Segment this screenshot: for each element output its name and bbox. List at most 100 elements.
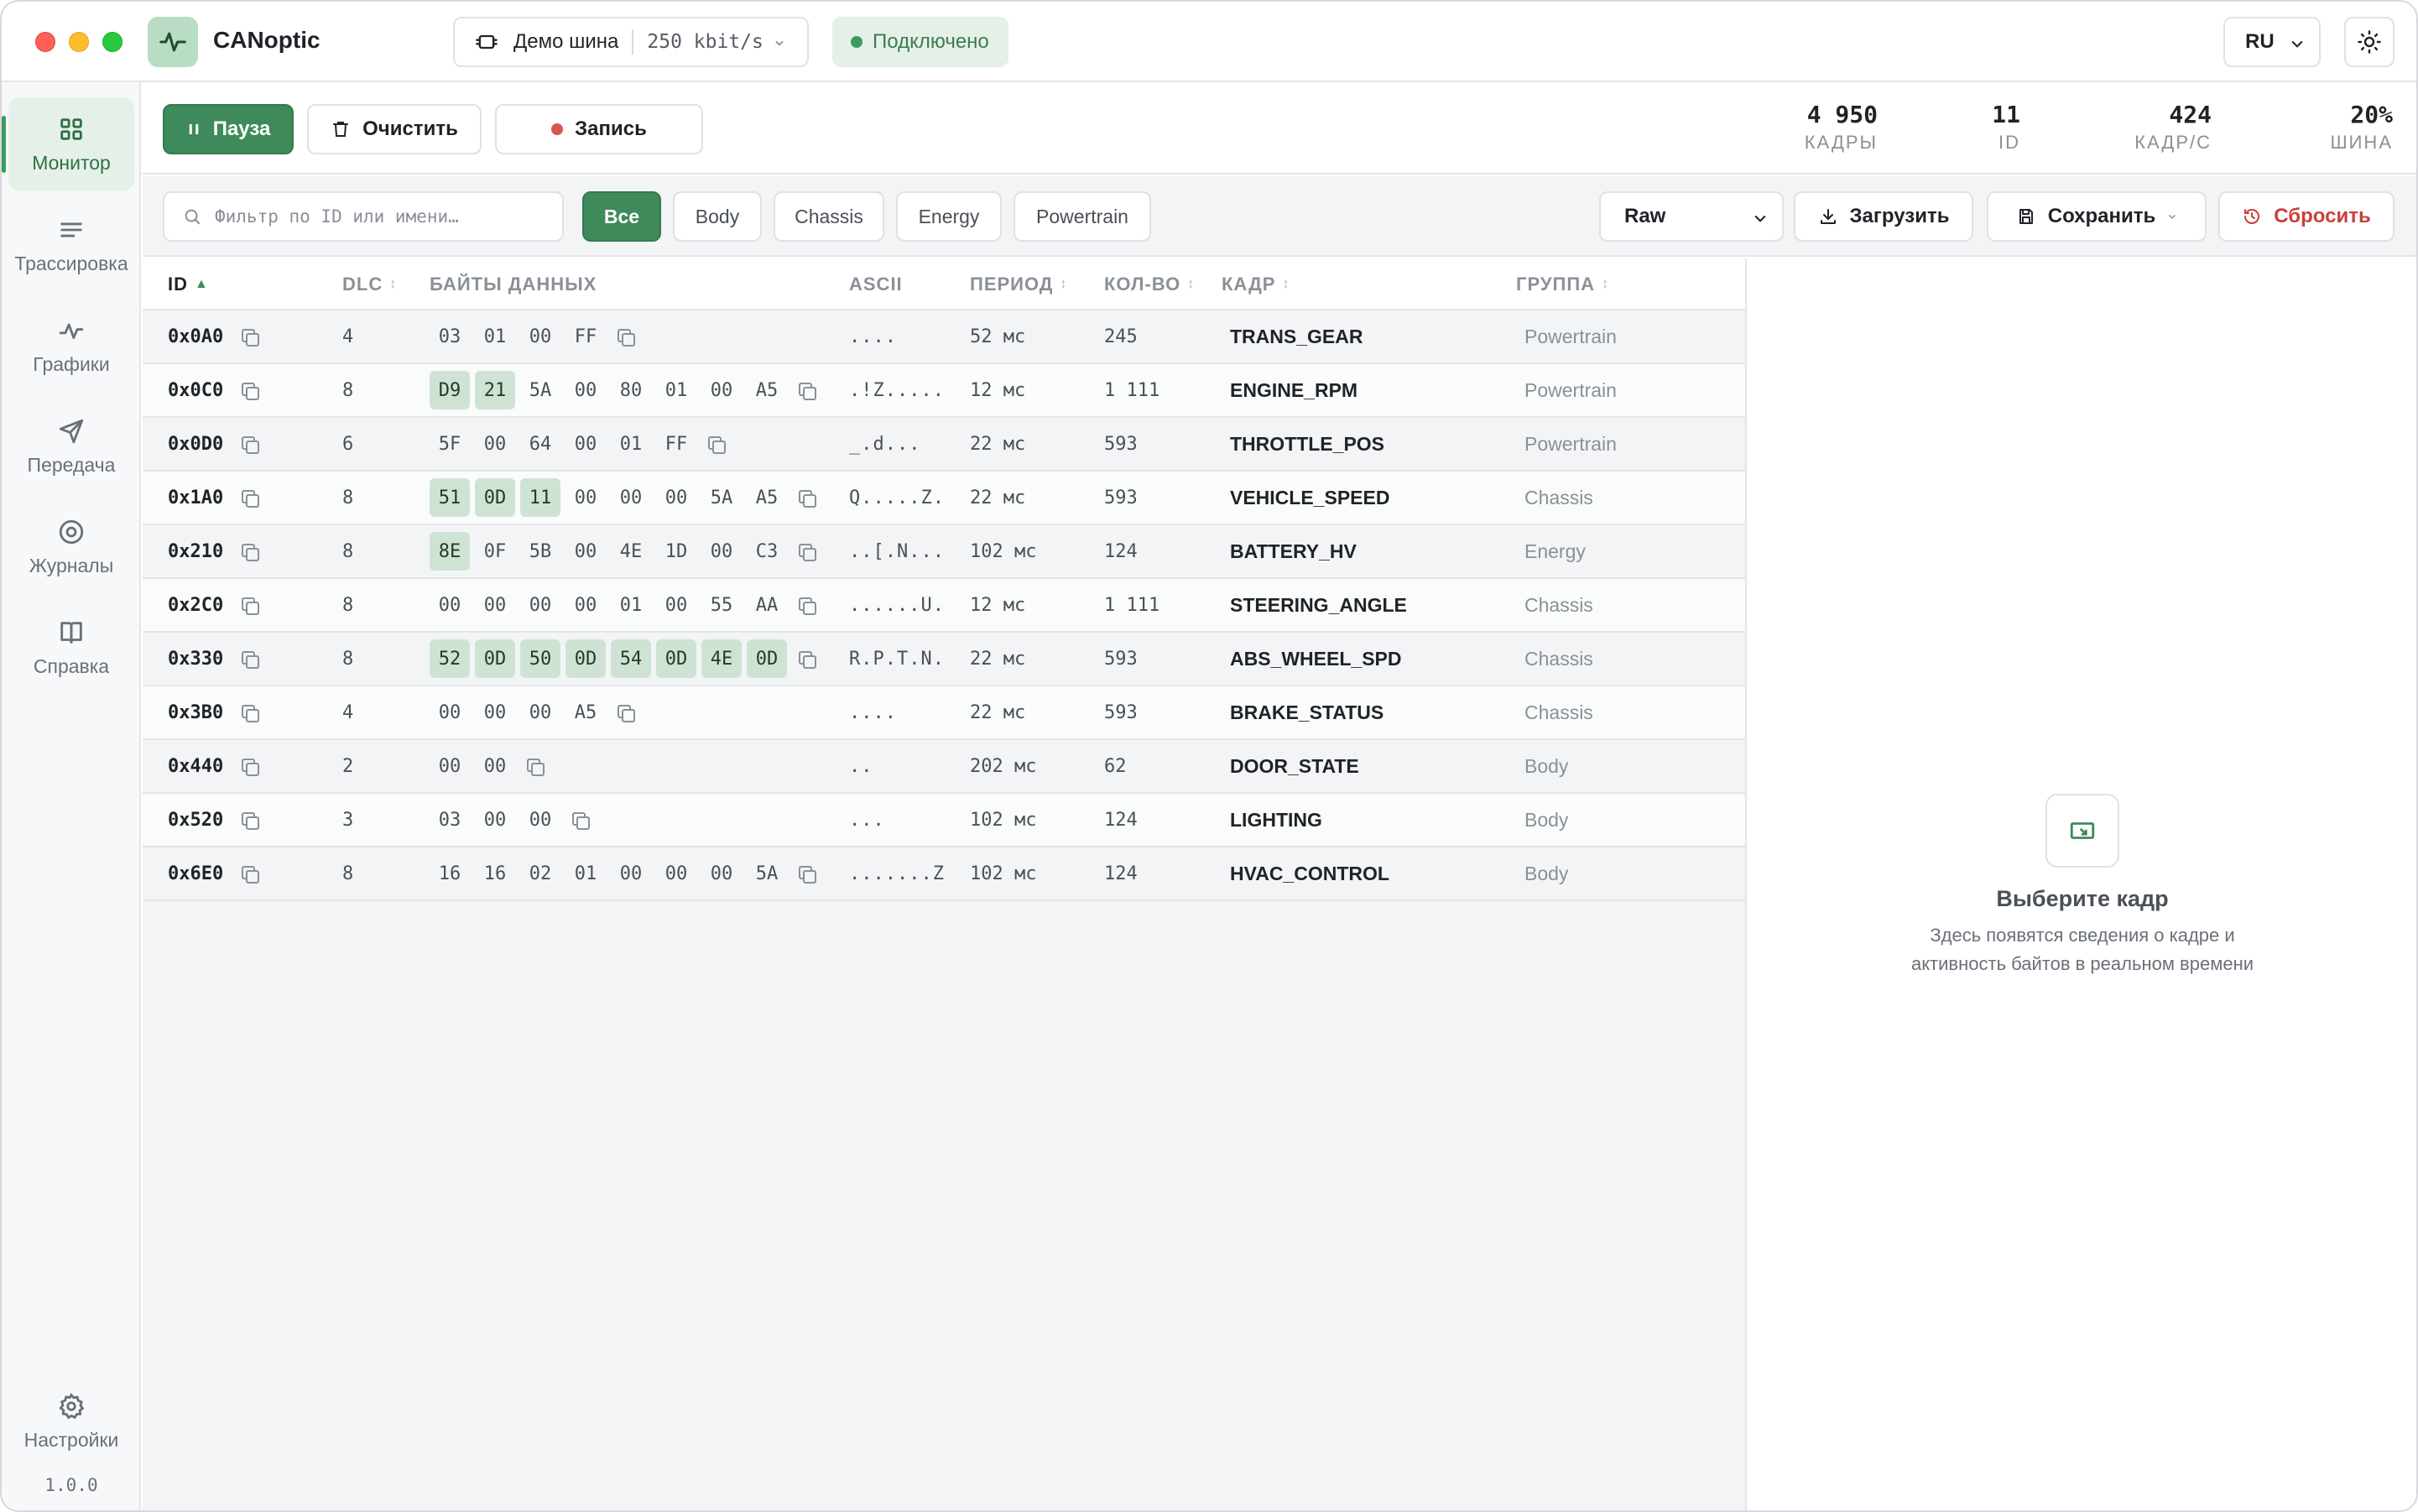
column-header-count[interactable]: КОЛ-ВО ↕ [1104, 274, 1195, 295]
table-row[interactable]: 0x0C0 8 D9 21 5A 00 80 01 00 A5 .!Z..... 12 мс 1 111… [143, 364, 1745, 418]
copy-icon[interactable] [799, 490, 816, 508]
nav-item-help[interactable]: Справка [8, 601, 134, 695]
close-window-button[interactable] [35, 32, 55, 52]
copy-icon[interactable] [799, 383, 816, 400]
pause-button[interactable]: Пауза [163, 104, 294, 154]
nav-item-trace[interactable]: Трассировка [8, 198, 134, 292]
reset-button[interactable]: Сбросить [2218, 191, 2395, 242]
filter-chip-all[interactable]: Все [582, 191, 661, 242]
column-label: ID [168, 274, 188, 295]
minimize-window-button[interactable] [69, 32, 89, 52]
copy-icon[interactable] [242, 544, 260, 561]
data-byte: 55 [710, 594, 733, 616]
column-header-frame[interactable]: КАДР ↕ [1222, 274, 1290, 295]
table-row[interactable]: 0x520 3 03 00 00... 102 мс 124 LIGHTING Body [143, 794, 1745, 847]
stat-ids: 11 ID [1992, 101, 2020, 154]
data-byte: C3 [755, 540, 779, 562]
column-header-group[interactable]: ГРУППА ↕ [1516, 274, 1609, 295]
table-row[interactable]: 0x210 8 8E 0F 5B 00 4E 1D 00 C3 ..[.N... 102 мс 124 B… [143, 525, 1745, 579]
stat-label: ID [1998, 132, 2020, 153]
stat-label: ШИНА [2330, 132, 2393, 153]
frame-id-cell: 0x520 [168, 794, 260, 846]
table-row[interactable]: 0x3B0 4 00 00 00 A5.... 22 мс 593 BRAKE_STATUS Ch… [143, 686, 1745, 740]
dlc-cell: 4 [342, 326, 354, 347]
table-row[interactable]: 0x2C0 8 00 00 00 00 01 00 55 AA ......U. 12 мс 1 111… [143, 579, 1745, 633]
table-row[interactable]: 0x440 2 00 00.. 202 мс 62 DOOR_STATE Body [143, 740, 1745, 794]
copy-icon[interactable] [799, 544, 816, 561]
nav-item-logs[interactable]: Журналы [8, 500, 134, 594]
copy-icon[interactable] [242, 436, 260, 454]
theme-toggle-button[interactable] [2344, 17, 2395, 67]
bus-name: Демо шина [513, 30, 619, 53]
nav-label: Трассировка [14, 252, 128, 274]
period-cell: 12 мс [970, 594, 1026, 616]
column-header-period[interactable]: ПЕРИОД ↕ [970, 274, 1067, 295]
sort-asc-icon: ▲ [195, 277, 209, 291]
frame-id-cell: 0x2C0 [168, 579, 260, 631]
data-byte: 00 [483, 755, 507, 777]
data-byte: 00 [664, 594, 688, 616]
data-byte: 00 [619, 487, 643, 508]
frame-name-cell: ABS_WHEEL_SPD [1230, 647, 1402, 670]
table-row[interactable]: 0x1A0 8 51 0D 11 00 00 00 5A A5 Q.....Z. 22 мс 593 VE… [143, 472, 1745, 525]
dlc-cell: 8 [342, 540, 354, 562]
filter-chip-energy[interactable]: Energy [896, 191, 1002, 242]
copy-icon[interactable] [799, 651, 816, 669]
data-byte: 00 [529, 594, 552, 616]
copy-icon[interactable] [242, 329, 260, 347]
column-header-dlc[interactable]: DLC ↕ [342, 274, 397, 295]
filter-chip-powertrain[interactable]: Powertrain [1014, 191, 1151, 242]
column-header-id[interactable]: ID ▲ [168, 274, 209, 295]
table-row[interactable]: 0x0A0 4 03 01 00 FF.... 52 мс 245 TRANS_GEAR Powe… [143, 310, 1745, 364]
frame-id: 0x1A0 [168, 487, 224, 508]
table-row[interactable]: 0x330 8 52 0D 50 0D 54 0D 4E 0D R.P.T.N. 22 мс 593 AB… [143, 633, 1745, 686]
display-mode-select[interactable]: Raw [1599, 191, 1784, 242]
copy-icon[interactable] [527, 759, 545, 776]
copy-icon[interactable] [242, 812, 260, 830]
column-label: ASCII [849, 274, 903, 295]
filter-chip-body[interactable]: Body [673, 191, 762, 242]
data-bytes-cell: 00 00 00 00 01 00 55 AA [430, 579, 816, 631]
record-button[interactable]: Запись [495, 104, 703, 154]
group-cell: Body [1524, 862, 1569, 884]
table-row[interactable]: 0x6E0 8 16 16 02 01 00 00 00 5A .......Z 102 мс 124 H… [143, 847, 1745, 901]
table-row[interactable]: 0x0D0 6 5F 00 64 00 01 FF _.d... 22 мс 593 THROTTLE… [143, 418, 1745, 472]
search-input[interactable]: Фильтр по ID или имени… [163, 191, 564, 242]
save-button[interactable]: Сохранить [1987, 191, 2207, 242]
ascii-cell: ..[.N... [849, 540, 945, 562]
copy-icon[interactable] [242, 383, 260, 400]
data-byte: 00 [529, 701, 552, 723]
copy-icon[interactable] [799, 866, 816, 884]
data-byte: 00 [710, 863, 733, 884]
nav-item-charts[interactable]: Графики [8, 299, 134, 393]
data-byte: 5A [529, 379, 552, 401]
app-logo-icon [148, 17, 198, 67]
clear-button[interactable]: Очистить [307, 104, 482, 154]
copy-icon[interactable] [618, 705, 635, 722]
copy-icon[interactable] [242, 651, 260, 669]
frame-name-cell: TRANS_GEAR [1230, 325, 1363, 347]
dlc-cell: 3 [342, 809, 354, 831]
nav-item-transmit[interactable]: Передача [8, 399, 134, 493]
copy-icon[interactable] [242, 759, 260, 776]
nav-item-monitor[interactable]: Монитор [2, 97, 134, 191]
frame-id: 0x520 [168, 809, 224, 831]
filter-chip-chassis[interactable]: Chassis [774, 191, 884, 242]
copy-icon[interactable] [242, 705, 260, 722]
frame-id-cell: 0x1A0 [168, 472, 260, 524]
load-button[interactable]: Загрузить [1794, 191, 1973, 242]
copy-icon[interactable] [799, 597, 816, 615]
data-byte: 16 [483, 863, 507, 884]
data-byte: 01 [483, 326, 507, 347]
maximize-window-button[interactable] [102, 32, 122, 52]
copy-icon[interactable] [708, 436, 726, 454]
period-cell: 22 мс [970, 487, 1026, 508]
copy-icon[interactable] [618, 329, 635, 347]
copy-icon[interactable] [242, 597, 260, 615]
copy-icon[interactable] [572, 812, 590, 830]
bus-selector[interactable]: Демо шина 250 kbit/s [453, 17, 809, 67]
nav-item-settings[interactable]: Настройки [8, 1374, 134, 1468]
language-selector[interactable]: RU [2223, 17, 2321, 67]
copy-icon[interactable] [242, 490, 260, 508]
copy-icon[interactable] [242, 866, 260, 884]
